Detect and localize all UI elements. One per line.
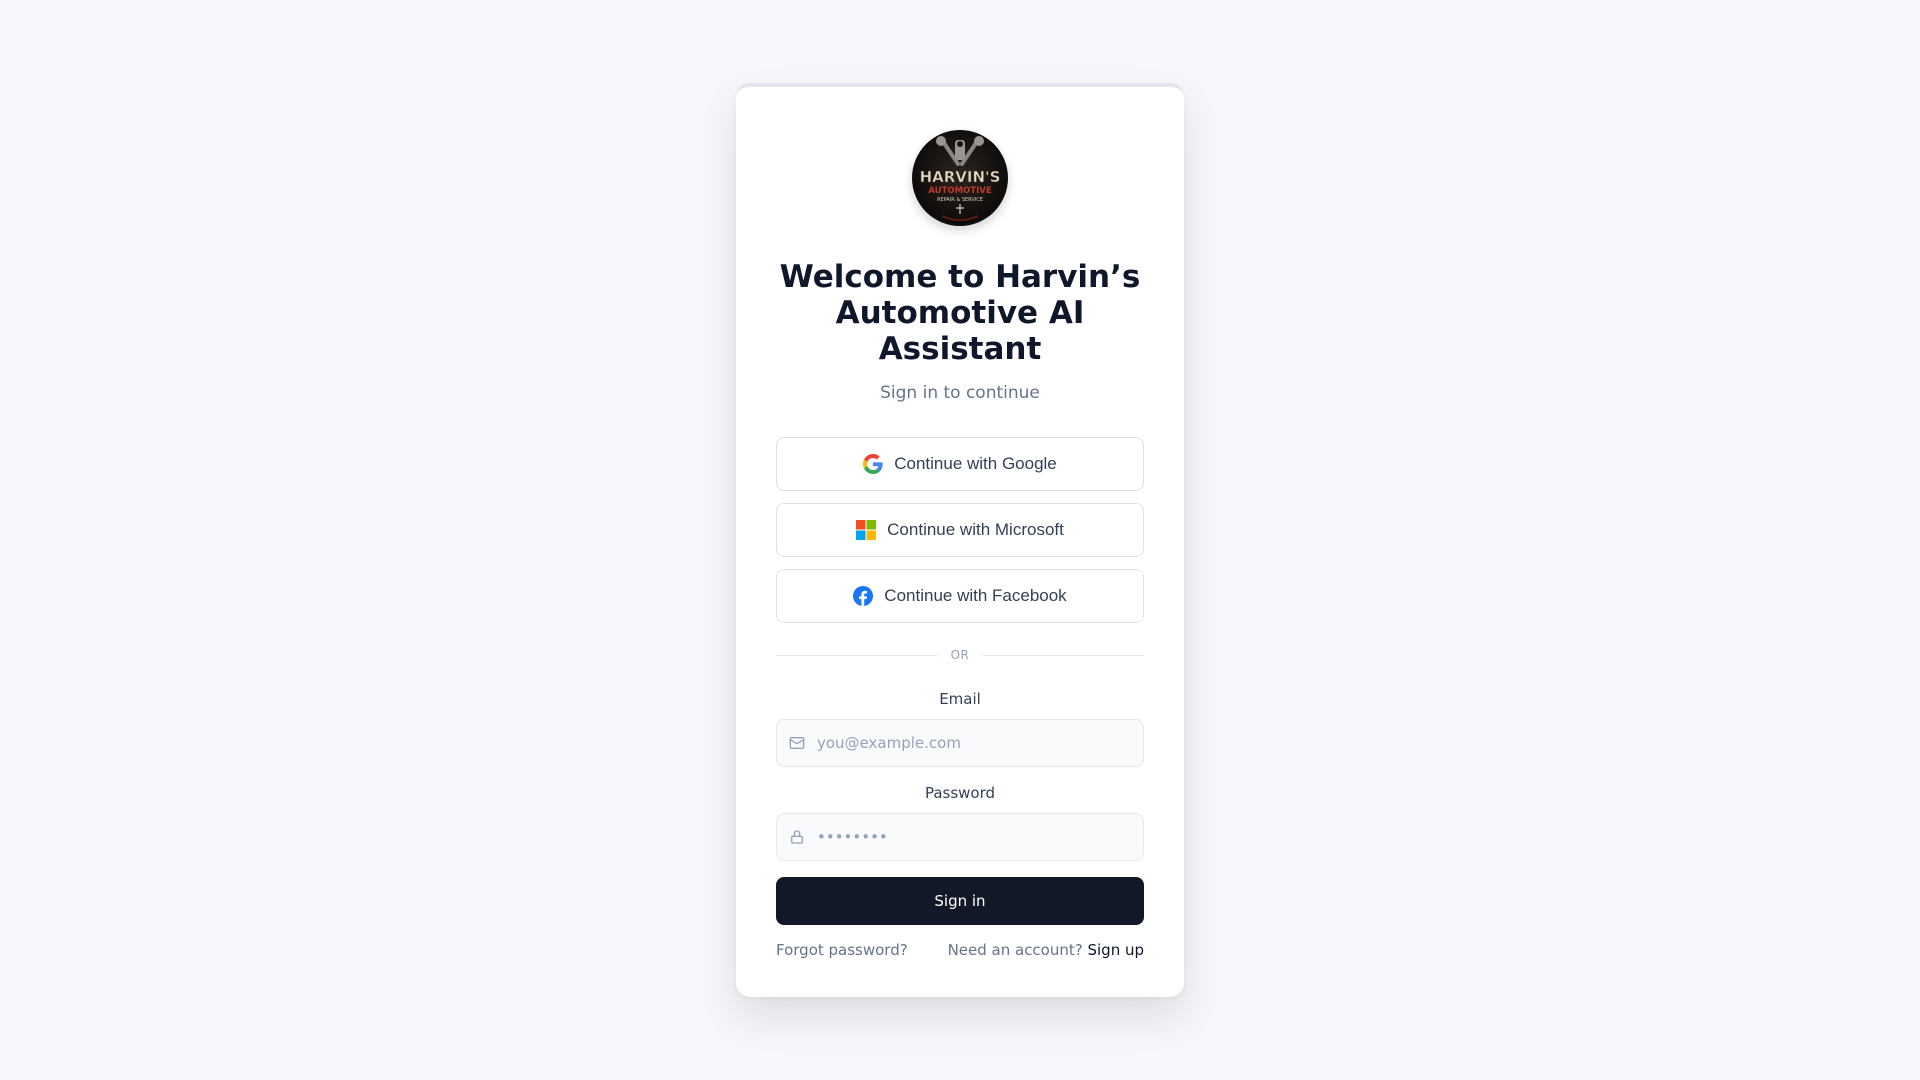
- need-account-text: Need an account?: [947, 941, 1088, 959]
- brand-logo: HARVIN'S AUTOMOTIVE REPAIR & SERVICE: [912, 130, 1008, 226]
- facebook-icon: [853, 586, 874, 606]
- harvins-automotive-logo-icon: HARVIN'S AUTOMOTIVE REPAIR & SERVICE: [919, 136, 1001, 221]
- email-input[interactable]: [817, 734, 1143, 752]
- continue-with-facebook-button[interactable]: Continue with Facebook: [776, 569, 1144, 623]
- password-label: Password: [924, 784, 996, 802]
- microsoft-icon: [856, 520, 877, 540]
- mail-icon: [777, 735, 817, 751]
- or-divider: OR: [776, 647, 1145, 663]
- email-input-wrapper[interactable]: [776, 719, 1144, 767]
- google-button-label: Continue with Google: [894, 454, 1057, 473]
- logo-text-line2: AUTOMOTIVE: [928, 186, 991, 196]
- facebook-button-label: Continue with Facebook: [884, 586, 1067, 605]
- signup-prompt: Need an account? Sign up: [948, 941, 1144, 959]
- continue-with-google-button[interactable]: Continue with Google: [776, 437, 1144, 491]
- divider-line-right: [983, 654, 1145, 656]
- email-label: Email: [939, 690, 981, 708]
- page-title: Welcome to Harvin’s Automotive AI Assist…: [779, 259, 1141, 367]
- divider-label: OR: [950, 648, 970, 662]
- divider-line-left: [776, 654, 937, 656]
- continue-with-microsoft-button[interactable]: Continue with Microsoft: [776, 503, 1144, 557]
- sign-in-button[interactable]: Sign in: [776, 877, 1144, 925]
- forgot-password-link[interactable]: Forgot password?: [776, 941, 908, 959]
- lock-icon: [777, 829, 817, 845]
- password-input[interactable]: [817, 828, 1143, 846]
- logo-text-line1: HARVIN'S: [920, 168, 1001, 186]
- sign-in-card: HARVIN'S AUTOMOTIVE REPAIR & SERVICE Wel…: [736, 83, 1184, 997]
- page: HARVIN'S AUTOMOTIVE REPAIR & SERVICE Wel…: [0, 0, 1920, 1080]
- microsoft-button-label: Continue with Microsoft: [887, 520, 1064, 539]
- page-subtitle: Sign in to continue: [880, 383, 1040, 403]
- logo-text-line3: REPAIR & SERVICE: [937, 197, 983, 203]
- footer-links: Forgot password? Need an account? Sign u…: [776, 941, 1144, 959]
- google-icon: [863, 454, 883, 474]
- password-input-wrapper[interactable]: [776, 813, 1144, 861]
- sign-up-link[interactable]: Sign up: [1087, 941, 1144, 959]
